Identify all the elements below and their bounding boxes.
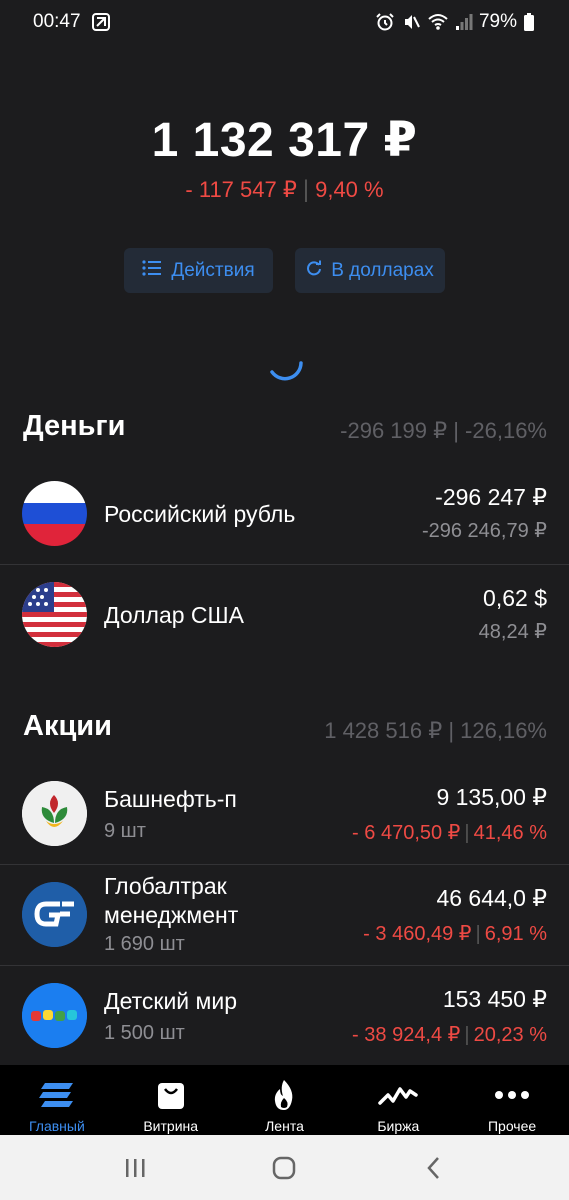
flame-icon (270, 1077, 298, 1113)
stocks-section-summary: 1 428 516 ₽ | 126,16% (324, 718, 547, 743)
screenshot-notification-icon (91, 12, 111, 32)
signal-icon (455, 12, 473, 32)
item-name: Доллар США (104, 602, 244, 628)
item-quantity: 1 500 шт (104, 1022, 185, 1044)
item-value: 153 450 ₽ (442, 986, 547, 1012)
more-dots-icon (494, 1077, 530, 1113)
tab-feed[interactable]: Лента (228, 1065, 342, 1135)
item-change-pct: 41,46 % (473, 822, 547, 844)
list-item-rub[interactable]: Российский рубль -296 247 ₽ -296 246,79 … (0, 464, 569, 564)
bottom-tab-bar: Главный Витрина Лента Биржа Прочее (0, 1065, 569, 1135)
item-change-abs: - 6 470,50 ₽ (352, 822, 461, 844)
tab-other[interactable]: Прочее (455, 1065, 569, 1135)
list-item-bashneft[interactable]: Башнефть-п 9 шт 9 135,00 ₽ - 6 470,50 ₽ |… (0, 764, 569, 864)
battery-percent: 79% (478, 11, 517, 32)
portfolio-total: 1 132 317 ₽ (151, 114, 418, 167)
item-quantity: 1 690 шт (104, 933, 185, 955)
tab-label: Биржа (377, 1118, 420, 1134)
shopping-bag-icon (156, 1077, 186, 1113)
item-name-line2: менеджмент (104, 902, 239, 928)
item-value: -296 247 ₽ (435, 484, 547, 510)
status-time: 00:47 (33, 11, 81, 32)
tab-label: Лента (265, 1118, 304, 1134)
dollars-button[interactable]: В долларах (295, 248, 445, 293)
tab-main[interactable]: Главный (0, 1065, 114, 1135)
list-icon (142, 259, 162, 282)
item-change-pct: 20,23 % (473, 1024, 547, 1046)
change-separator: | (464, 1024, 470, 1046)
bashneft-logo-icon (22, 781, 87, 846)
item-name: Российский рубль (104, 501, 296, 527)
mute-icon (401, 12, 421, 32)
alarm-icon (375, 12, 395, 32)
money-section-summary: -296 199 ₽ | -26,16% (340, 418, 547, 443)
change-separator: | (464, 822, 470, 844)
change-separator: | (475, 923, 481, 945)
item-change-pct: 6,91 % (484, 923, 547, 945)
portfolio-change: - 117 547 ₽ | 9,40 % (0, 176, 569, 204)
status-bar: 00:47 79% (0, 0, 569, 44)
item-value: 9 135,00 ₽ (436, 784, 547, 810)
home-icon[interactable] (254, 1143, 314, 1193)
item-change: - 38 924,4 ₽ | 20,23 % (352, 1022, 547, 1047)
tab-showcase[interactable]: Витрина (114, 1065, 228, 1135)
tab-label: Главный (28, 1118, 85, 1134)
dollars-button-label: В долларах (331, 259, 434, 281)
stocks-section-title: Акции (23, 710, 112, 742)
wifi-icon (427, 12, 449, 32)
list-item-detsky-mir[interactable]: Детский мир 1 500 шт 153 450 ₽ - 38 924,… (0, 966, 569, 1066)
portfolio-change-pct: 9,40 % (315, 177, 384, 202)
item-sub-value: -296 246,79 ₽ (421, 520, 547, 542)
item-name: Башнефть-п (104, 786, 237, 812)
item-name: Детский мир (104, 988, 237, 1014)
item-change-abs: - 38 924,4 ₽ (352, 1024, 461, 1046)
item-change-abs: - 3 460,49 ₽ (363, 923, 472, 945)
actions-button-label: Действия (171, 259, 255, 281)
item-quantity: 9 шт (104, 820, 146, 842)
chart-line-icon (378, 1077, 419, 1113)
system-navigation-bar (0, 1135, 569, 1200)
home-stack-icon (37, 1077, 77, 1113)
russia-flag-icon (22, 481, 87, 546)
detsky-mir-logo-icon (22, 983, 87, 1048)
globaltrans-logo-icon (22, 882, 87, 947)
battery-icon (523, 12, 535, 32)
item-sub-value: 48,24 ₽ (478, 621, 547, 643)
usa-flag-icon (22, 582, 87, 647)
status-left: 00:47 (33, 11, 111, 33)
money-section-title: Деньги (23, 410, 126, 442)
item-change: - 3 460,49 ₽ | 6,91 % (363, 921, 547, 946)
recent-apps-icon[interactable] (105, 1143, 165, 1193)
item-value: 0,62 $ (483, 585, 547, 611)
item-change: - 6 470,50 ₽ | 41,46 % (352, 820, 547, 845)
status-right: 79% (375, 11, 535, 33)
item-value: 46 644,0 ₽ (436, 885, 547, 911)
tab-exchange[interactable]: Биржа (341, 1065, 455, 1135)
loading-spinner-icon (264, 342, 306, 384)
tab-label: Прочее (487, 1118, 537, 1134)
change-separator: | (302, 176, 310, 203)
back-icon[interactable] (404, 1143, 464, 1193)
actions-button[interactable]: Действия (124, 248, 273, 293)
portfolio-change-abs: - 117 547 ₽ (185, 177, 297, 202)
list-item-usd[interactable]: Доллар США 0,62 $ 48,24 ₽ (0, 565, 569, 665)
refresh-icon (306, 260, 322, 282)
item-name-line1: Глобалтрак (104, 873, 227, 899)
list-item-globaltrans[interactable]: Глобалтрак менеджмент 1 690 шт 46 644,0 … (0, 865, 569, 965)
tab-label: Витрина (143, 1118, 199, 1134)
